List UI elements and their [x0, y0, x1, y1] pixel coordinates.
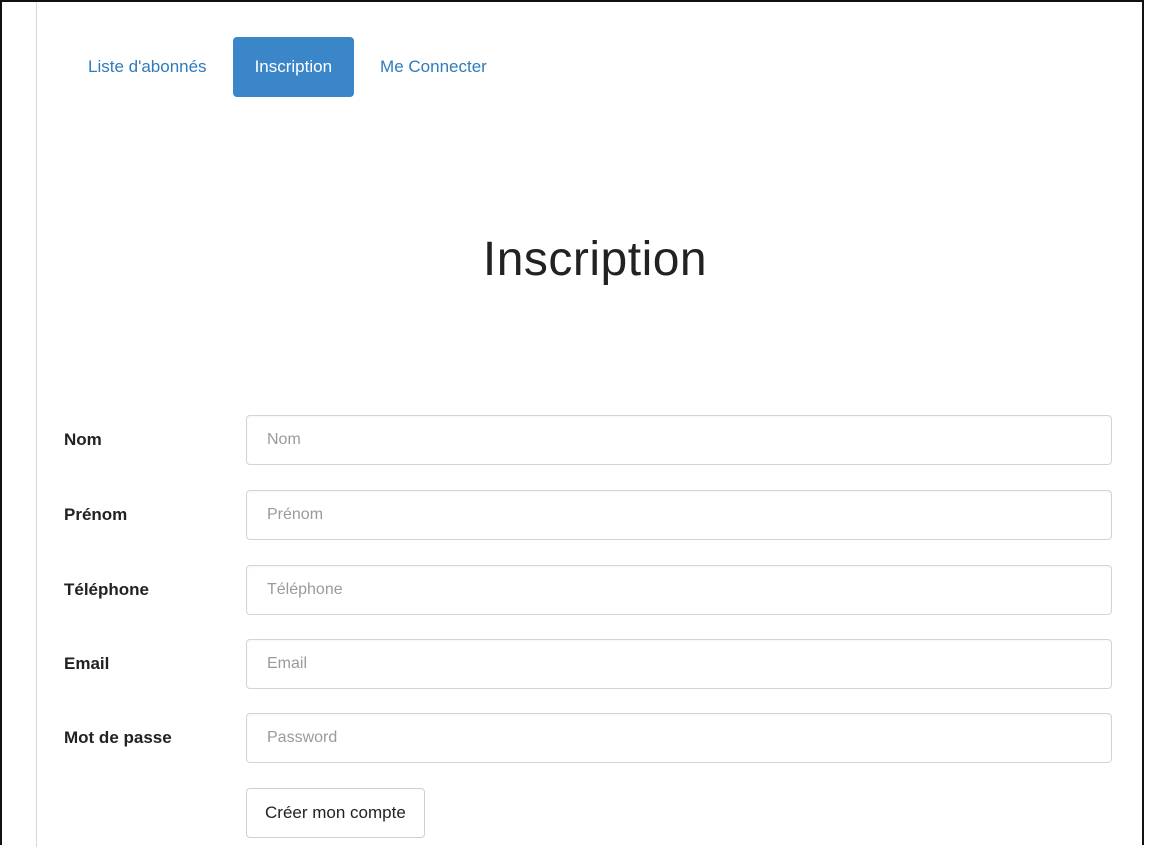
- form-row-prenom: Prénom: [64, 489, 1114, 541]
- tab-me-connecter[interactable]: Me Connecter: [362, 37, 505, 97]
- form-row-password: Mot de passe: [64, 712, 1114, 764]
- telephone-field[interactable]: [246, 565, 1112, 615]
- email-field[interactable]: [246, 639, 1112, 689]
- email-label: Email: [64, 654, 110, 673]
- nom-label: Nom: [64, 430, 102, 449]
- form-row-email: Email: [64, 638, 1114, 690]
- left-divider: [36, 2, 37, 847]
- nav-tabs: Liste d'abonnés Inscription Me Connecter: [70, 37, 505, 97]
- password-field[interactable]: [246, 713, 1112, 763]
- prenom-field[interactable]: [246, 490, 1112, 540]
- telephone-label: Téléphone: [64, 580, 150, 599]
- password-label: Mot de passe: [64, 728, 172, 747]
- form-row-telephone: Téléphone: [64, 564, 1114, 616]
- create-account-button[interactable]: Créer mon compte: [246, 788, 425, 838]
- page-title: Inscription: [482, 233, 708, 286]
- nom-field[interactable]: [246, 415, 1112, 465]
- prenom-label: Prénom: [64, 505, 128, 524]
- form-row-nom: Nom: [64, 414, 1114, 466]
- tab-liste-abonnes[interactable]: Liste d'abonnés: [70, 37, 225, 97]
- tab-inscription[interactable]: Inscription: [232, 37, 355, 97]
